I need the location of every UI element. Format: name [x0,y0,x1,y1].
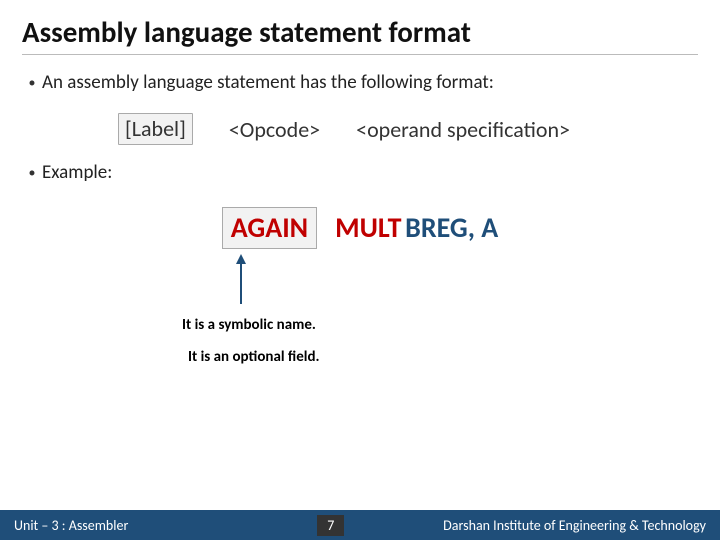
footer-page-number: 7 [317,515,344,536]
annotation-line1: It is a symbolic name. [182,316,316,334]
footer-institute: Darshan Institute of Engineering & Techn… [443,517,706,534]
bullet-example-row: • Example: [22,161,698,185]
footer-bar: Unit – 3 : Assembler 7 Darshan Institute… [0,510,720,540]
example-breg: BREG, A [405,210,498,245]
slide: Assembly language statement format • An … [0,0,720,540]
footer-mid: 7 [128,515,443,536]
example-again: AGAIN [222,207,317,249]
bullet-dot-icon: • [22,71,42,95]
footer-unit: Unit – 3 : Assembler [14,517,128,534]
example-mult: MULT [335,210,401,245]
bullet-intro-text: An assembly language statement has the f… [42,71,698,94]
bullet-example-text: Example: [42,161,698,184]
format-opcode: <Opcode> [229,116,320,143]
format-row: [Label] <Opcode> <operand specification> [118,113,698,145]
bullet-intro-row: • An assembly language statement has the… [22,71,698,95]
arrow-up-icon [240,264,242,304]
title-divider [22,54,698,55]
bullet-dot-icon: • [22,161,42,185]
format-label-box: [Label] [118,113,193,145]
slide-title: Assembly language statement format [22,14,698,50]
example-line: AGAIN MULT BREG, A [22,207,698,249]
annotation-line2: It is an optional field. [188,348,320,366]
format-operand: <operand specification> [356,116,570,143]
